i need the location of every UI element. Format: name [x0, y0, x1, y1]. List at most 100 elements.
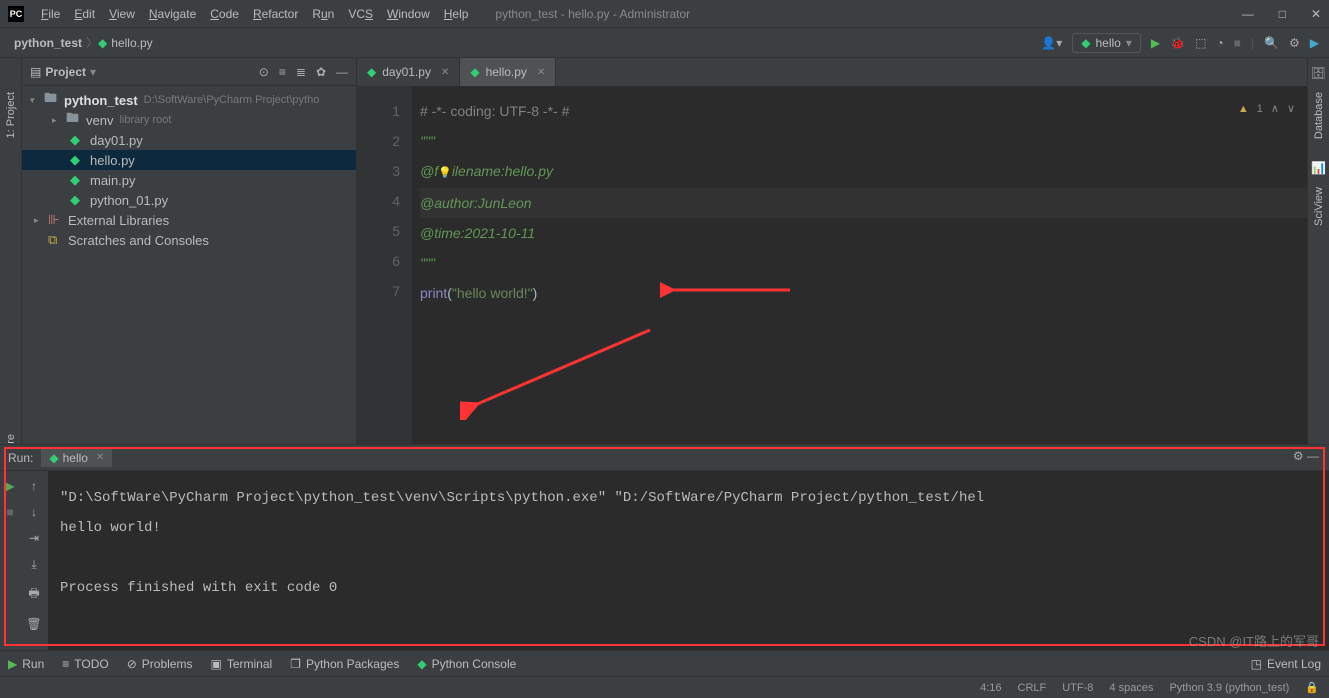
next-problem-icon[interactable]: ∨	[1287, 94, 1295, 124]
tab-day01[interactable]: ◆ day01.py ✕	[357, 58, 460, 86]
run-coverage-button[interactable]: ⬚	[1195, 36, 1206, 50]
stop-button[interactable]: ■	[1234, 36, 1241, 50]
stop-button[interactable]: ■	[6, 505, 13, 519]
warning-icon[interactable]: ▲	[1238, 94, 1249, 124]
python-packages-tool-button[interactable]: ❒Python Packages	[290, 657, 399, 671]
menu-edit[interactable]: Edit	[67, 7, 102, 21]
status-indent[interactable]: 4 spaces	[1109, 682, 1153, 694]
settings-icon[interactable]: ✿	[316, 65, 326, 79]
code-with-me-icon[interactable]: ▶	[1310, 36, 1319, 50]
rerun-button[interactable]: ▶	[5, 479, 14, 493]
python-file-icon: ◆	[98, 36, 107, 50]
gutter: 12 34 56 7	[357, 86, 412, 444]
code-line[interactable]: """	[420, 248, 1307, 278]
navigation-bar: python_test 〉 ◆ hello.py 👤▾ ◆ hello ▾ ▶ …	[0, 28, 1329, 58]
todo-tool-button[interactable]: ≡TODO	[62, 657, 108, 671]
tree-venv[interactable]: ▸🖿 venv library root	[22, 110, 356, 130]
editor-area: ◆ day01.py ✕ ◆ hello.py ✕ 12 34 56 7 ▲ 1	[357, 58, 1307, 444]
tree-file-python01[interactable]: ◆python_01.py	[22, 190, 356, 210]
menu-refactor[interactable]: Refactor	[246, 7, 305, 21]
tree-file-main[interactable]: ◆main.py	[22, 170, 356, 190]
run-tab-hello[interactable]: ◆ hello ✕	[41, 449, 112, 467]
python-file-icon: ◆	[367, 65, 376, 79]
code-line[interactable]: @f💡ilename:hello.py	[420, 156, 1307, 188]
code-editor[interactable]: 12 34 56 7 ▲ 1 ∧ ∨ # -*- coding: UTF-8 -…	[357, 86, 1307, 444]
select-opened-file-icon[interactable]: ⊙	[259, 65, 269, 79]
run-panel: Run: ◆ hello ✕ ⚙ — ▶ ■ ↑ ↓ ⇥ ⤓ 🖶 🗑 "D:\S…	[0, 444, 1329, 650]
tree-scratches[interactable]: ⧉ Scratches and Consoles	[22, 230, 356, 250]
prev-problem-icon[interactable]: ∧	[1271, 94, 1279, 124]
code-line[interactable]: # -*- coding: UTF-8 -*- #	[420, 96, 1307, 126]
menu-window[interactable]: Window	[380, 7, 437, 21]
close-tab-icon[interactable]: ✕	[96, 452, 104, 463]
close-icon[interactable]: ✕	[1311, 7, 1321, 21]
status-line-sep[interactable]: CRLF	[1018, 682, 1047, 694]
breadcrumb-project[interactable]: python_test	[10, 36, 86, 50]
menu-run[interactable]: Run	[305, 7, 341, 21]
tree-file-hello[interactable]: ◆hello.py	[22, 150, 356, 170]
code-line[interactable]: """	[420, 126, 1307, 156]
code-line[interactable]: @time:2021-10-11	[420, 218, 1307, 248]
menu-vcs[interactable]: VCS	[341, 7, 380, 21]
user-icon[interactable]: 👤▾	[1041, 36, 1062, 50]
sciview-tool-button[interactable]: SciView	[1313, 183, 1325, 230]
status-position[interactable]: 4:16	[980, 682, 1001, 694]
status-encoding[interactable]: UTF-8	[1062, 682, 1093, 694]
sciview-tool-icon[interactable]: 📊	[1311, 161, 1326, 175]
project-panel: ▤ Project ▾ ⊙ ≡ ≣ ✿ — ▾🖿 python_test D:\…	[22, 58, 357, 444]
project-tree: ▾🖿 python_test D:\SoftWare\PyCharm Proje…	[22, 86, 356, 254]
profile-button[interactable]: ◔	[1216, 36, 1223, 50]
menu-navigate[interactable]: Navigate	[142, 7, 203, 21]
window-title: python_test - hello.py - Administrator	[495, 7, 690, 21]
problems-tool-button[interactable]: ⊘Problems	[127, 657, 193, 671]
settings-icon[interactable]: ⚙ —	[1293, 449, 1319, 463]
minimize-icon[interactable]: ―	[1242, 7, 1254, 21]
tab-hello[interactable]: ◆ hello.py ✕	[460, 58, 556, 86]
tree-root[interactable]: ▾🖿 python_test D:\SoftWare\PyCharm Proje…	[22, 90, 356, 110]
menu-help[interactable]: Help	[437, 7, 476, 21]
status-lock-icon[interactable]: 🔒	[1305, 681, 1319, 694]
run-output[interactable]: "D:\SoftWare\PyCharm Project\python_test…	[48, 471, 1329, 650]
up-icon[interactable]: ↑	[31, 479, 37, 493]
run-toolbar-left: ▶ ■	[0, 471, 20, 650]
hide-icon[interactable]: —	[336, 65, 348, 79]
chevron-down-icon[interactable]: ▾	[90, 65, 96, 79]
scroll-end-icon[interactable]: ⤓	[31, 557, 36, 572]
menu-code[interactable]: Code	[203, 7, 246, 21]
python-file-icon: ◆	[470, 65, 479, 79]
print-icon[interactable]: 🖶	[28, 584, 39, 605]
menu-view[interactable]: View	[102, 7, 142, 21]
search-icon[interactable]: 🔍	[1264, 36, 1279, 50]
code-line[interactable]: print("hello world!")	[420, 278, 1307, 308]
run-button[interactable]: ▶	[1151, 36, 1160, 50]
debug-button[interactable]: 🐞	[1170, 36, 1185, 50]
down-icon[interactable]: ↓	[31, 505, 37, 519]
warning-count: 1	[1257, 94, 1263, 124]
tree-file-day01[interactable]: ◆day01.py	[22, 130, 356, 150]
left-tool-stripe: 1: Project	[0, 58, 22, 444]
settings-icon[interactable]: ⚙	[1289, 36, 1300, 50]
maximize-icon[interactable]: □	[1279, 7, 1286, 21]
database-tool-button[interactable]: Database	[1313, 88, 1325, 143]
tree-external-libs[interactable]: ▸⊪ External Libraries	[22, 210, 356, 230]
python-console-tool-button[interactable]: ◆Python Console	[417, 657, 516, 671]
event-log-button[interactable]: ◳Event Log	[1251, 657, 1321, 671]
terminal-tool-button[interactable]: ▣Terminal	[210, 657, 272, 671]
project-view-icon: ▤	[30, 65, 41, 79]
database-tool-icon[interactable]: 🗄	[1311, 66, 1326, 80]
clear-icon[interactable]: 🗑	[26, 617, 41, 631]
status-interpreter[interactable]: Python 3.9 (python_test)	[1169, 682, 1289, 694]
collapse-all-icon[interactable]: ≣	[296, 65, 306, 79]
soft-wrap-icon[interactable]: ⇥	[29, 531, 39, 545]
run-tool-button[interactable]: ▶Run	[8, 657, 44, 671]
run-panel-label: Run:	[8, 451, 33, 465]
close-tab-icon[interactable]: ✕	[441, 67, 449, 78]
close-tab-icon[interactable]: ✕	[537, 67, 545, 78]
menu-file[interactable]: File	[34, 7, 67, 21]
project-tool-button[interactable]: 1: Project	[5, 88, 17, 142]
code-line[interactable]: @author:JunLeon	[420, 188, 1307, 218]
watermark: CSDN @IT路上的军哥	[1189, 631, 1319, 650]
run-config-selector[interactable]: ◆ hello ▾	[1072, 33, 1141, 53]
breadcrumb-file[interactable]: hello.py	[107, 36, 156, 50]
expand-all-icon[interactable]: ≡	[279, 65, 286, 79]
